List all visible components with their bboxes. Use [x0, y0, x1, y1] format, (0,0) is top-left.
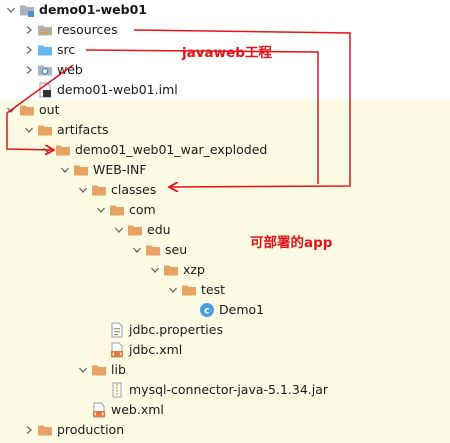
tree-item-label: src [57, 42, 76, 57]
tree-item-label: production [57, 422, 125, 437]
chevron-down-icon[interactable] [130, 243, 144, 257]
project-tree: demo01-web01 resources src web demo01-web01.… [0, 0, 450, 443]
tree-row[interactable]: lib [0, 360, 440, 380]
tree-item-label: com [129, 202, 156, 217]
tree-item-label: demo01-web01 [39, 2, 147, 17]
tree-row[interactable]: seu [0, 240, 440, 260]
tree-item-label: classes [111, 182, 157, 197]
chevron-down-icon[interactable] [4, 103, 18, 117]
tree-item-label: out [39, 102, 60, 117]
tree-row[interactable]: demo01-web01.iml [0, 80, 440, 100]
tree-item-label: web [57, 62, 83, 77]
tree-row[interactable]: test [0, 280, 440, 300]
tree-row[interactable]: artifacts [0, 120, 440, 140]
tree-item-label: xzp [183, 262, 205, 277]
chevron-right-icon[interactable] [22, 423, 36, 437]
tree-row[interactable]: WEB-INF [0, 160, 440, 180]
tree-item-label: Demo1 [219, 302, 265, 317]
tree-row[interactable]: resources [0, 20, 440, 40]
folder-icon [91, 362, 107, 378]
tree-item-label: artifacts [57, 122, 109, 137]
tree-row[interactable]: web [0, 60, 440, 80]
tree-row[interactable]: src [0, 40, 440, 60]
tree-row[interactable]: jdbc.properties [0, 320, 440, 340]
module-folder-icon [19, 2, 35, 18]
chevron-right-icon[interactable] [22, 43, 36, 57]
chevron-down-icon[interactable] [58, 163, 72, 177]
chevron-down-icon[interactable] [76, 363, 90, 377]
iml-file-icon [37, 82, 53, 98]
tree-row[interactable]: com [0, 200, 440, 220]
folder-icon [55, 142, 71, 158]
class-file-icon: c [199, 302, 215, 318]
folder-icon [145, 242, 161, 258]
source-folder-icon [37, 42, 53, 58]
tree-row[interactable]: demo01_web01_war_exploded [0, 140, 440, 160]
chevron-down-icon[interactable] [22, 123, 36, 137]
tree-row[interactable]: mysql-connector-java-5.1.34.jar [0, 380, 440, 400]
folder-icon [73, 162, 89, 178]
tree-item-label: test [201, 282, 226, 297]
folder-icon [37, 422, 53, 438]
resources-folder-icon [37, 22, 53, 38]
xml-file-icon [91, 402, 107, 418]
jar-file-icon [109, 382, 125, 398]
chevron-down-icon[interactable] [40, 143, 54, 157]
tree-row[interactable]: demo01-web01 [0, 0, 440, 20]
tree-row[interactable]: xzp [0, 260, 440, 280]
tree-item-label: resources [57, 22, 118, 37]
properties-file-icon [109, 322, 125, 338]
tree-item-label: mysql-connector-java-5.1.34.jar [129, 382, 329, 397]
tree-row[interactable]: web.xml [0, 400, 440, 420]
folder-icon [127, 222, 143, 238]
tree-item-label: demo01-web01.iml [57, 82, 178, 97]
tree-item-label: edu [147, 222, 171, 237]
folder-icon [163, 262, 179, 278]
tree-row[interactable]: edu [0, 220, 440, 240]
tree-item-label: jdbc.properties [129, 322, 223, 337]
tree-row[interactable]: classes [0, 180, 440, 200]
tree-item-label: seu [165, 242, 188, 257]
chevron-down-icon[interactable] [112, 223, 126, 237]
tree-item-label: web.xml [111, 402, 164, 417]
tree-item-label: WEB-INF [93, 162, 147, 177]
folder-icon [109, 202, 125, 218]
xml-file-icon [109, 342, 125, 358]
svg-text:c: c [204, 306, 210, 317]
chevron-down-icon[interactable] [4, 3, 18, 17]
chevron-down-icon[interactable] [166, 283, 180, 297]
tree-row[interactable]: jdbc.xml [0, 340, 440, 360]
chevron-down-icon[interactable] [94, 203, 108, 217]
chevron-down-icon[interactable] [76, 183, 90, 197]
tree-row[interactable]: production [0, 420, 440, 440]
chevron-right-icon[interactable] [22, 63, 36, 77]
web-folder-icon [37, 62, 53, 78]
tree-row[interactable]: out [0, 100, 440, 120]
folder-icon [19, 102, 35, 118]
tree-item-label: demo01_web01_war_exploded [75, 142, 268, 157]
chevron-right-icon[interactable] [22, 23, 36, 37]
chevron-down-icon[interactable] [148, 263, 162, 277]
tree-row[interactable]: c Demo1 [0, 300, 440, 320]
tree-item-label: jdbc.xml [129, 342, 183, 357]
folder-icon [91, 182, 107, 198]
folder-icon [37, 122, 53, 138]
folder-icon [181, 282, 197, 298]
tree-item-label: lib [111, 362, 126, 377]
